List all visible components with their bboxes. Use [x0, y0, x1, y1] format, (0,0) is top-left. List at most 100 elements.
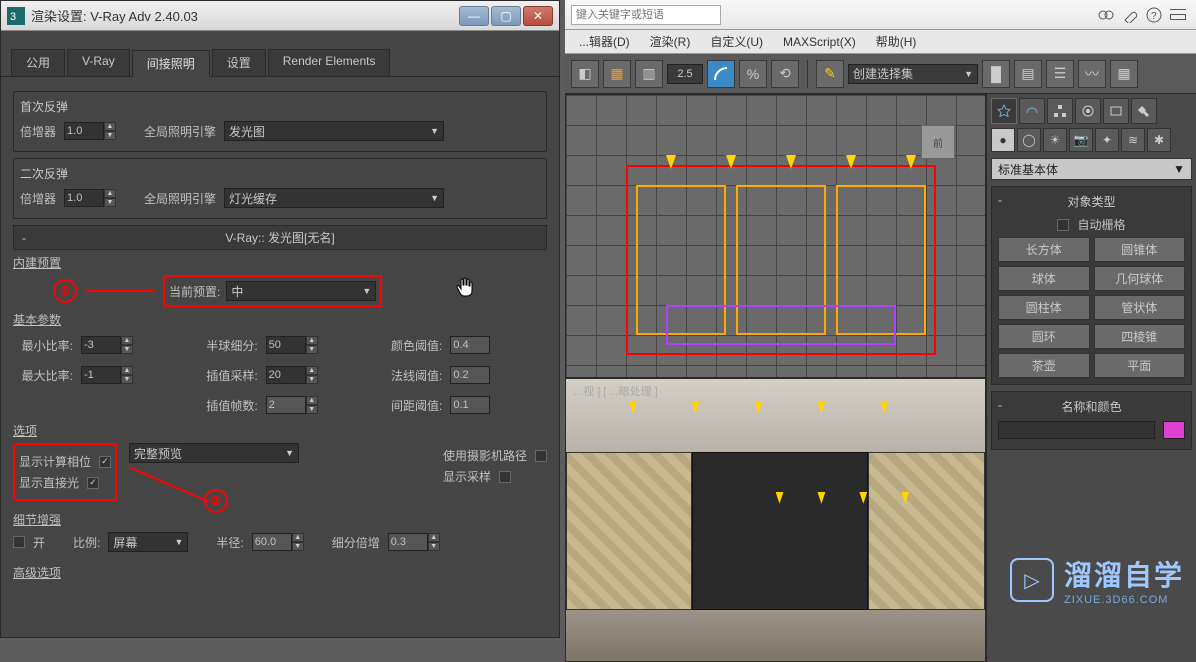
mirror-tool-button[interactable]: ▐▌: [982, 60, 1010, 88]
secondary-multiplier-spinner[interactable]: ▲▼: [64, 189, 116, 207]
hierarchy-tab[interactable]: [1047, 98, 1073, 124]
light-gizmo[interactable]: [906, 155, 916, 169]
lights-subtab[interactable]: ☀: [1043, 128, 1067, 152]
maximize-button[interactable]: ▢: [491, 6, 521, 26]
dialog-tabs: 公用 V-Ray 间接照明 设置 Render Elements: [1, 49, 559, 77]
autogrid-checkbox[interactable]: [1057, 219, 1069, 231]
tab-settings[interactable]: 设置: [212, 49, 266, 76]
dialog-titlebar[interactable]: 3 渲染设置: V-Ray Adv 2.40.03 — ▢ ✕: [1, 1, 559, 31]
secondary-bounce-group: 二次反弹 倍增器 ▲▼ 全局照明引擎 灯光缓存▼: [13, 158, 547, 219]
frames-spinner[interactable]: ▲▼: [266, 396, 318, 414]
utilities-tab[interactable]: [1131, 98, 1157, 124]
window-controls-icon[interactable]: [1170, 7, 1186, 23]
prim-pyramid[interactable]: 四棱锥: [1094, 324, 1186, 349]
subdiv-spinner[interactable]: ▲▼: [388, 533, 440, 551]
shapes-subtab[interactable]: ◯: [1017, 128, 1041, 152]
primary-gi-engine-dropdown[interactable]: 发光图▼: [224, 121, 444, 141]
light-gizmo[interactable]: [846, 155, 856, 169]
angle-snap-button[interactable]: [707, 60, 735, 88]
menu-customize[interactable]: 自定义(U): [700, 33, 773, 50]
light-gizmo[interactable]: [666, 155, 676, 169]
viewcube[interactable]: 前: [921, 125, 955, 159]
percent-snap-button[interactable]: %: [739, 60, 767, 88]
selection-set-dropdown[interactable]: 创建选择集▼: [848, 64, 978, 84]
interp-spinner[interactable]: ▲▼: [266, 366, 318, 384]
render-settings-dialog: 3 渲染设置: V-Ray Adv 2.40.03 — ▢ ✕ 公用 V-Ray…: [0, 0, 560, 638]
help-icon[interactable]: ?: [1146, 7, 1162, 23]
show-direct-checkbox[interactable]: [87, 477, 99, 489]
radius-spinner[interactable]: ▲▼: [252, 533, 304, 551]
irradiance-rollout-header[interactable]: - V-Ray:: 发光图[无名]: [13, 225, 547, 250]
category-dropdown[interactable]: 标准基本体▼: [991, 158, 1192, 180]
search-input[interactable]: [571, 5, 721, 25]
primary-multiplier-spinner[interactable]: ▲▼: [64, 122, 116, 140]
use-camera-checkbox[interactable]: [535, 450, 547, 462]
object-name-input[interactable]: [998, 421, 1155, 439]
display-tab[interactable]: [1103, 98, 1129, 124]
main-toolbar: ◧ ▦ ▥ % ⟲ ✎ 创建选择集▼ ▐▌ ▤ ☰ 〰 ▦: [565, 54, 1196, 94]
scale-dropdown[interactable]: 屏幕▼: [108, 532, 188, 552]
detail-on-checkbox[interactable]: [13, 536, 25, 548]
min-rate-spinner[interactable]: ▲▼: [81, 336, 133, 354]
menu-editor[interactable]: ...辑器(D): [569, 33, 640, 50]
prim-tube[interactable]: 管状体: [1094, 295, 1186, 320]
primary-multiplier-input[interactable]: [64, 122, 104, 140]
prim-geosphere[interactable]: 几何球体: [1094, 266, 1186, 291]
spinner-snap-button[interactable]: ⟲: [771, 60, 799, 88]
spacewarps-subtab[interactable]: ≋: [1121, 128, 1145, 152]
hsph-spinner[interactable]: ▲▼: [266, 336, 318, 354]
helpers-subtab[interactable]: ✦: [1095, 128, 1119, 152]
tab-render-elements[interactable]: Render Elements: [268, 49, 391, 76]
menu-help[interactable]: 帮助(H): [866, 33, 927, 50]
minimize-button[interactable]: —: [459, 6, 489, 26]
dist-spinner[interactable]: [450, 396, 490, 414]
color-swatch[interactable]: [1163, 421, 1185, 439]
edit-sel-button[interactable]: ✎: [816, 60, 844, 88]
watermark-url: ZIXUE.3D66.COM: [1064, 594, 1184, 606]
angle-input[interactable]: [667, 64, 703, 84]
prim-plane[interactable]: 平面: [1094, 353, 1186, 378]
viewports: 前 ...视: [565, 94, 986, 662]
motion-tab[interactable]: [1075, 98, 1101, 124]
options-mode-dropdown[interactable]: 完整预览▼: [129, 443, 299, 463]
align-button[interactable]: ▤: [1014, 60, 1042, 88]
clr-spinner[interactable]: [450, 336, 490, 354]
light-gizmo[interactable]: [726, 155, 736, 169]
mirror-button[interactable]: ▥: [635, 60, 663, 88]
prim-sphere[interactable]: 球体: [998, 266, 1090, 291]
preset-dropdown[interactable]: 中▼: [226, 281, 376, 301]
preset-label: 当前预置:: [169, 283, 220, 300]
layers-button[interactable]: ☰: [1046, 60, 1074, 88]
menu-maxscript[interactable]: MAXScript(X): [773, 35, 866, 49]
modify-tab[interactable]: [1019, 98, 1045, 124]
prim-box[interactable]: 长方体: [998, 237, 1090, 262]
light-gizmo[interactable]: [786, 155, 796, 169]
tool-button[interactable]: ◧: [571, 60, 599, 88]
cameras-subtab[interactable]: 📷: [1069, 128, 1093, 152]
close-button[interactable]: ✕: [523, 6, 553, 26]
prim-cone[interactable]: 圆锥体: [1094, 237, 1186, 262]
binoculars-icon[interactable]: [1098, 7, 1114, 23]
named-sel-button[interactable]: ▦: [603, 60, 631, 88]
viewport-perspective[interactable]: ...视 ] [ ...暗处理 ]: [565, 378, 986, 662]
prim-teapot[interactable]: 茶壶: [998, 353, 1090, 378]
tab-vray[interactable]: V-Ray: [67, 49, 130, 76]
create-tab[interactable]: [991, 98, 1017, 124]
geometry-subtab[interactable]: ●: [991, 128, 1015, 152]
wrench-icon[interactable]: [1122, 7, 1138, 23]
show-samples-checkbox[interactable]: [499, 471, 511, 483]
menu-render[interactable]: 渲染(R): [640, 33, 701, 50]
name-color-rollout: -名称和颜色: [991, 391, 1192, 450]
systems-subtab[interactable]: ✱: [1147, 128, 1171, 152]
secondary-gi-engine-dropdown[interactable]: 灯光缓存▼: [224, 188, 444, 208]
tab-gi[interactable]: 间接照明: [132, 50, 210, 77]
prim-cylinder[interactable]: 圆柱体: [998, 295, 1090, 320]
prim-torus[interactable]: 圆环: [998, 324, 1090, 349]
nrm-spinner[interactable]: [450, 366, 490, 384]
show-calc-checkbox[interactable]: [99, 456, 111, 468]
schematic-button[interactable]: ▦: [1110, 60, 1138, 88]
curve-editor-button[interactable]: 〰: [1078, 60, 1106, 88]
viewport-top[interactable]: 前: [565, 94, 986, 378]
tab-common[interactable]: 公用: [11, 49, 65, 76]
max-rate-spinner[interactable]: ▲▼: [81, 366, 133, 384]
